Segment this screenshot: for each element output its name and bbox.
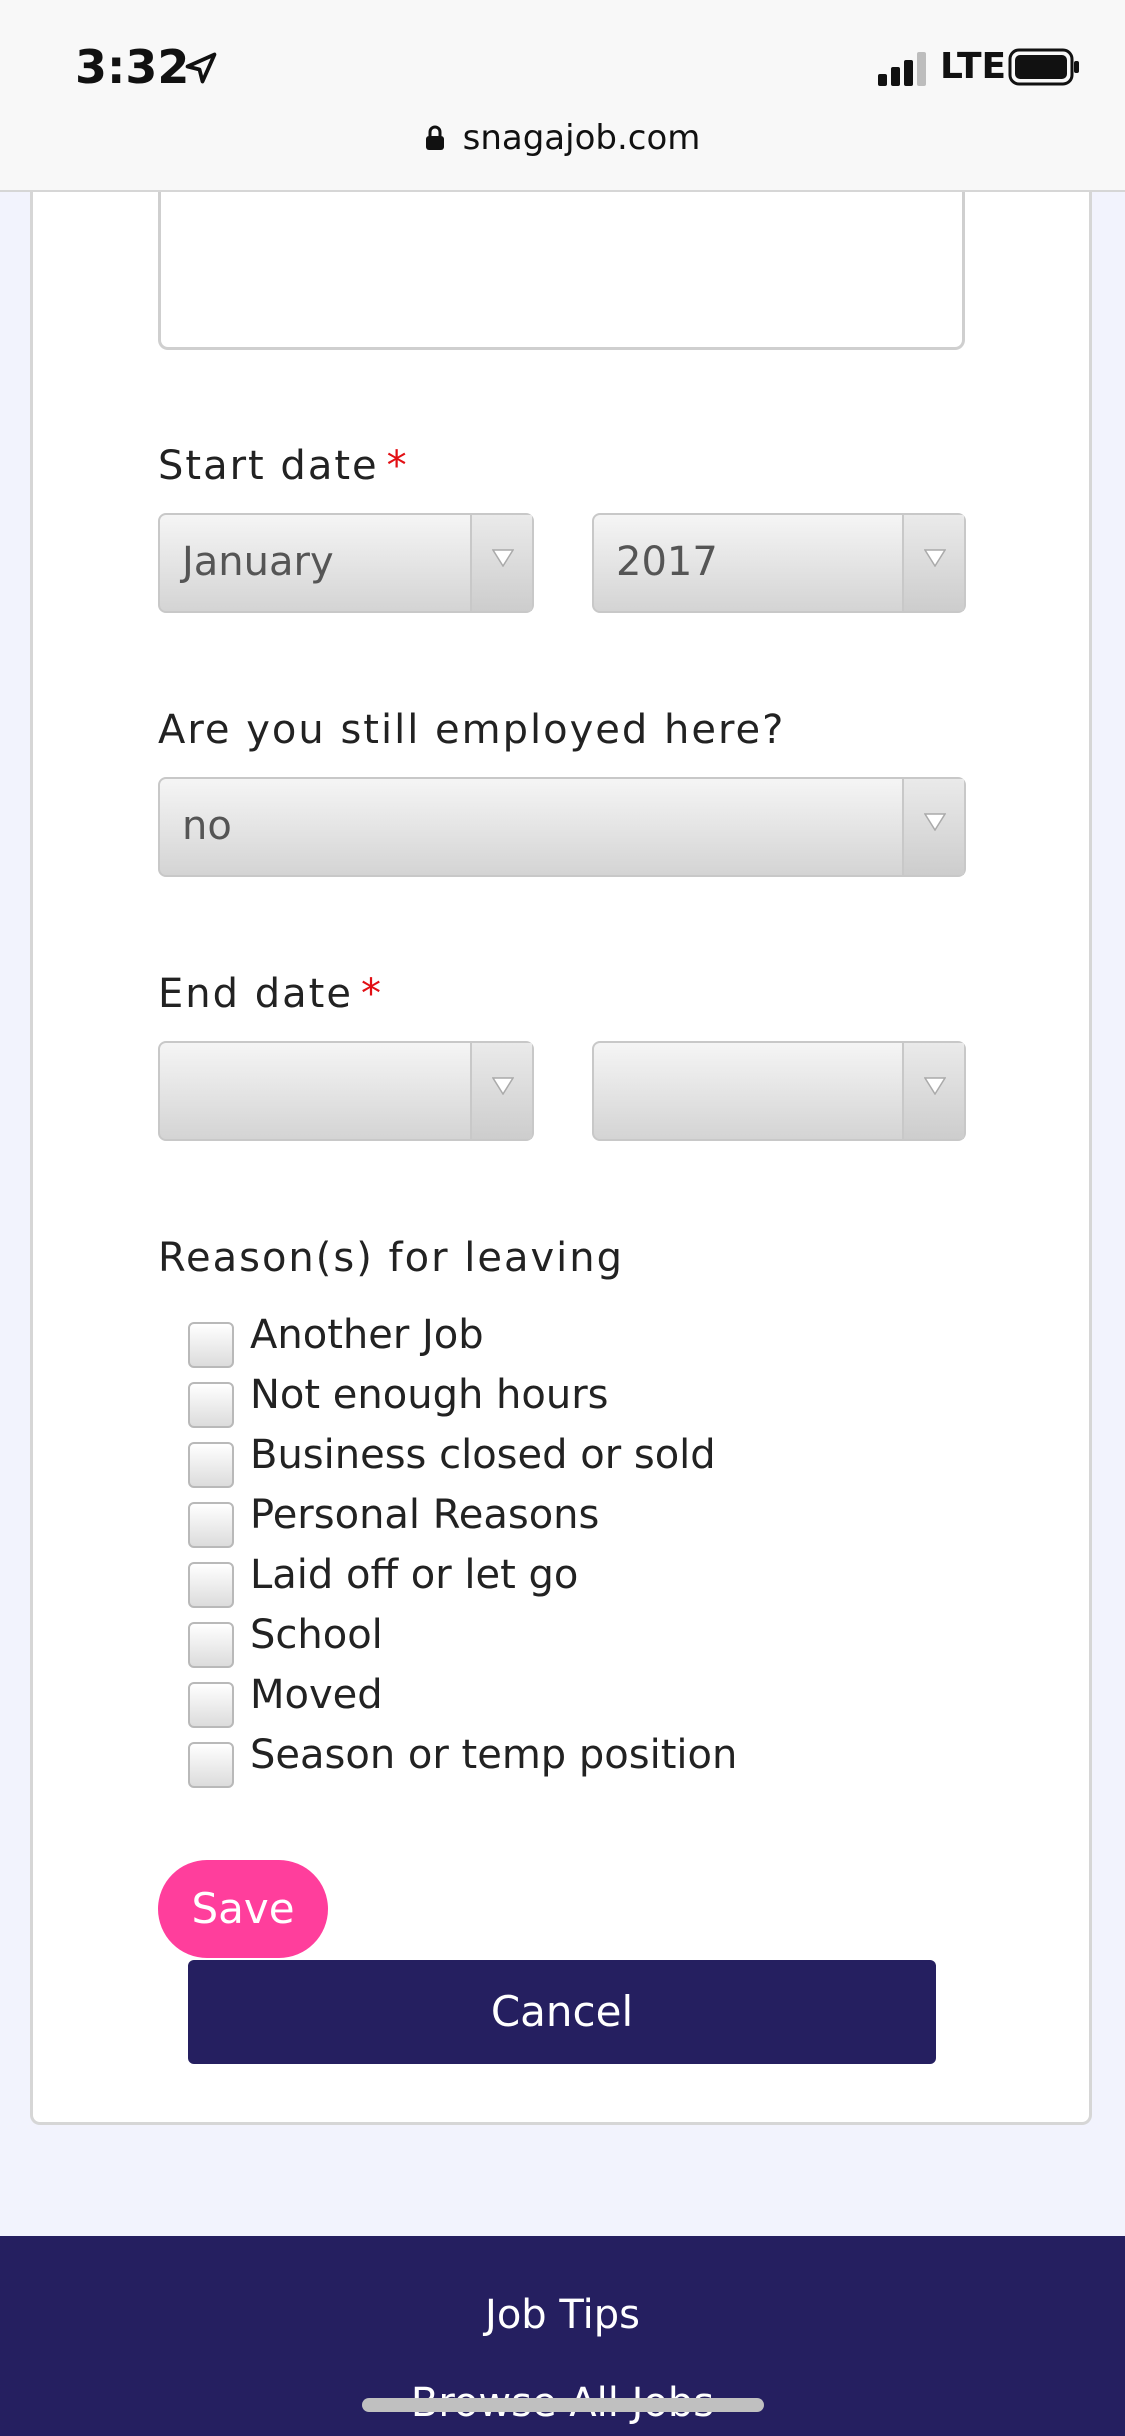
- home-indicator[interactable]: [362, 2398, 764, 2412]
- cancel-button[interactable]: Cancel: [188, 1960, 936, 2064]
- reasons-label: Reason(s) for leaving: [158, 1235, 625, 1281]
- reason-checkbox-row[interactable]: Season or temp position: [188, 1732, 888, 1792]
- lock-icon: [425, 125, 444, 150]
- required-mark: *: [360, 971, 383, 1017]
- reason-checkbox-row[interactable]: Laid off or let go: [188, 1552, 888, 1612]
- dropdown-arrow-icon: [492, 1077, 514, 1095]
- still-employed-select[interactable]: no: [158, 777, 966, 877]
- cellular-signal-icon: [878, 52, 926, 86]
- reason-label: Laid off or let go: [250, 1552, 579, 1598]
- save-button[interactable]: Save: [158, 1860, 328, 1958]
- footer-link-job-tips[interactable]: Job Tips: [0, 2292, 1125, 2338]
- end-month-select[interactable]: [158, 1041, 534, 1141]
- location-arrow-icon: [185, 52, 217, 84]
- start-year-value: 2017: [616, 539, 718, 585]
- dropdown-arrow-icon: [924, 1077, 946, 1095]
- reason-checkbox-row[interactable]: School: [188, 1612, 888, 1672]
- reason-label: Another Job: [250, 1312, 484, 1358]
- end-year-select[interactable]: [592, 1041, 966, 1141]
- dropdown-arrow-icon: [492, 549, 514, 567]
- reason-checkbox[interactable]: [188, 1382, 234, 1428]
- reason-label: Season or temp position: [250, 1732, 738, 1778]
- reason-checkbox[interactable]: [188, 1442, 234, 1488]
- required-mark: *: [386, 443, 409, 489]
- reason-checkbox[interactable]: [188, 1622, 234, 1668]
- status-time: 3:32: [75, 40, 190, 94]
- start-month-value: January: [182, 539, 334, 585]
- dropdown-arrow-icon: [924, 549, 946, 567]
- start-year-select[interactable]: 2017: [592, 513, 966, 613]
- end-date-label: End date *: [158, 971, 383, 1017]
- reason-label: Moved: [250, 1672, 383, 1718]
- reason-checkbox[interactable]: [188, 1682, 234, 1728]
- reason-checkbox[interactable]: [188, 1322, 234, 1368]
- description-textarea[interactable]: [158, 170, 965, 350]
- still-employed-value: no: [182, 803, 232, 849]
- still-employed-label: Are you still employed here?: [158, 707, 786, 753]
- start-month-select[interactable]: January: [158, 513, 534, 613]
- reason-checkbox-row[interactable]: Moved: [188, 1672, 888, 1732]
- reason-checkbox-row[interactable]: Business closed or sold: [188, 1432, 888, 1492]
- reason-label: Not enough hours: [250, 1372, 609, 1418]
- reason-label: School: [250, 1612, 383, 1658]
- browser-top-bar: 3:32 LTE snagajob.com: [0, 0, 1125, 192]
- reason-checkbox-row[interactable]: Not enough hours: [188, 1372, 888, 1432]
- dropdown-arrow-icon: [924, 813, 946, 831]
- url-domain: snagajob.com: [462, 118, 701, 158]
- battery-icon: [1008, 48, 1079, 86]
- reason-checkbox[interactable]: [188, 1562, 234, 1608]
- reason-checkbox-row[interactable]: Personal Reasons: [188, 1492, 888, 1552]
- url-bar[interactable]: snagajob.com: [0, 118, 1125, 158]
- reason-checkbox[interactable]: [188, 1742, 234, 1788]
- reason-label: Personal Reasons: [250, 1492, 600, 1538]
- reason-checkbox[interactable]: [188, 1502, 234, 1548]
- network-type: LTE: [940, 46, 1007, 87]
- reason-label: Business closed or sold: [250, 1432, 716, 1478]
- reason-checkbox-row[interactable]: Another Job: [188, 1312, 888, 1372]
- start-date-label: Start date *: [158, 443, 409, 489]
